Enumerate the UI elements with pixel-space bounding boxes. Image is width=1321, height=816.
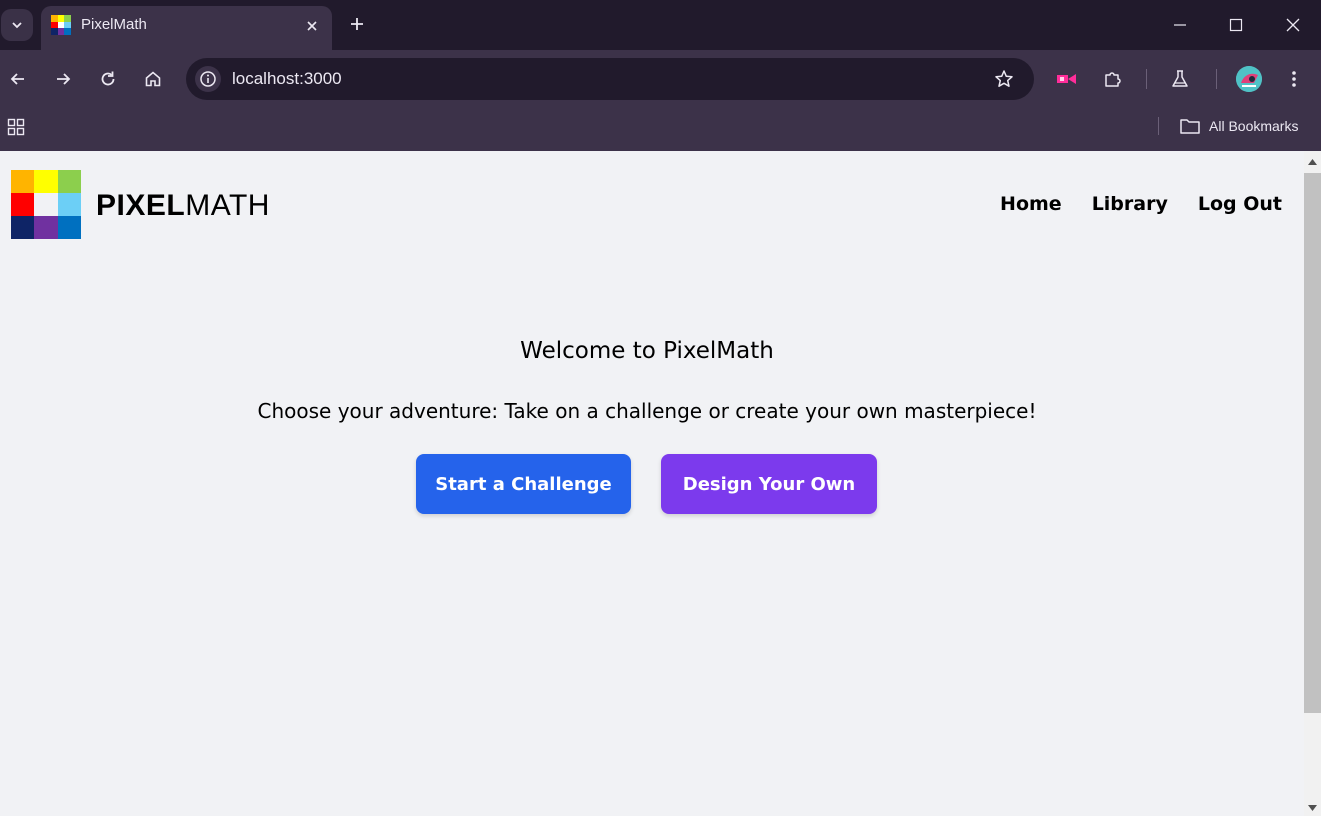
tab-title: PixelMath (81, 16, 147, 33)
apps-button[interactable] (5, 116, 27, 138)
reload-icon (101, 71, 115, 86)
avatar-icon (1236, 66, 1262, 92)
close-tab-icon[interactable] (301, 15, 323, 37)
flask-icon (1172, 70, 1188, 87)
close-window-button[interactable] (1270, 5, 1316, 45)
back-button[interactable] (2, 63, 34, 95)
toolbar-divider (1216, 69, 1217, 89)
tab-strip: PixelMath (0, 0, 1321, 50)
scrollbar-thumb[interactable] (1304, 173, 1321, 713)
address-bar[interactable]: localhost:3000 (186, 58, 1034, 100)
bookmarks-divider (1158, 117, 1159, 135)
brand-light-text: MATH (185, 189, 270, 222)
labs-button[interactable] (1164, 63, 1196, 95)
folder-icon (1180, 119, 1200, 134)
cta-row: Start a Challenge Design Your Own (416, 454, 877, 514)
extension-button[interactable] (1051, 63, 1083, 95)
pixelmath-favicon-icon (51, 15, 71, 35)
nav-logout-link[interactable]: Log Out (1198, 193, 1282, 215)
extensions-menu-button[interactable] (1097, 63, 1129, 95)
home-button[interactable] (137, 63, 169, 95)
more-vertical-icon (1292, 71, 1296, 87)
forward-button[interactable] (47, 63, 79, 95)
chevron-down-icon (12, 22, 22, 29)
profile-avatar[interactable] (1236, 66, 1262, 92)
maximize-icon (1229, 18, 1243, 32)
bookmarks-bar: All Bookmarks (0, 108, 1321, 144)
apps-grid-icon (7, 118, 25, 136)
site-info-button[interactable] (195, 66, 221, 92)
tab-pixelmath[interactable]: PixelMath (41, 6, 332, 50)
scroll-up-arrow-icon[interactable] (1308, 157, 1317, 166)
star-icon (995, 70, 1013, 87)
new-tab-button[interactable] (343, 10, 371, 38)
toolbar-divider (1146, 69, 1147, 89)
brand-bold-text: PIXEL (96, 189, 186, 222)
bookmark-star-button[interactable] (991, 66, 1017, 92)
close-icon (1286, 18, 1300, 32)
arrow-left-icon (10, 73, 24, 85)
reload-button[interactable] (92, 63, 124, 95)
page-viewport: PIXELMATH Home Library Log Out Welcome t… (0, 151, 1304, 816)
nav-library-link[interactable]: Library (1092, 193, 1168, 215)
puzzle-icon (1105, 72, 1121, 87)
scroll-down-arrow-icon[interactable] (1308, 803, 1317, 812)
maximize-button[interactable] (1213, 5, 1259, 45)
info-icon (200, 71, 216, 87)
design-your-own-button[interactable]: Design Your Own (661, 454, 877, 514)
all-bookmarks-button[interactable]: All Bookmarks (1179, 115, 1298, 137)
browser-chrome: PixelMath localhost:3000 All Bookmarks (0, 0, 1321, 151)
minimize-icon (1174, 24, 1186, 26)
plus-icon (351, 18, 363, 30)
vertical-scrollbar[interactable] (1304, 151, 1321, 816)
url-text[interactable]: localhost:3000 (232, 69, 342, 89)
nav-home-link[interactable]: Home (1000, 193, 1062, 215)
page-subtitle: Choose your adventure: Take on a challen… (257, 399, 1037, 423)
pixelmath-logo-icon[interactable] (11, 170, 81, 239)
main-nav: Home Library Log Out (1000, 193, 1282, 215)
page-title: Welcome to PixelMath (520, 338, 774, 364)
start-challenge-button[interactable]: Start a Challenge (416, 454, 631, 514)
all-bookmarks-label: All Bookmarks (1209, 118, 1299, 134)
tab-search-button[interactable] (1, 9, 33, 41)
video-extension-icon (1057, 74, 1076, 84)
home-icon (145, 71, 161, 87)
arrow-right-icon (57, 73, 71, 85)
minimize-button[interactable] (1157, 5, 1203, 45)
browser-menu-button[interactable] (1278, 63, 1310, 95)
brand-wordmark[interactable]: PIXELMATH (96, 189, 270, 223)
